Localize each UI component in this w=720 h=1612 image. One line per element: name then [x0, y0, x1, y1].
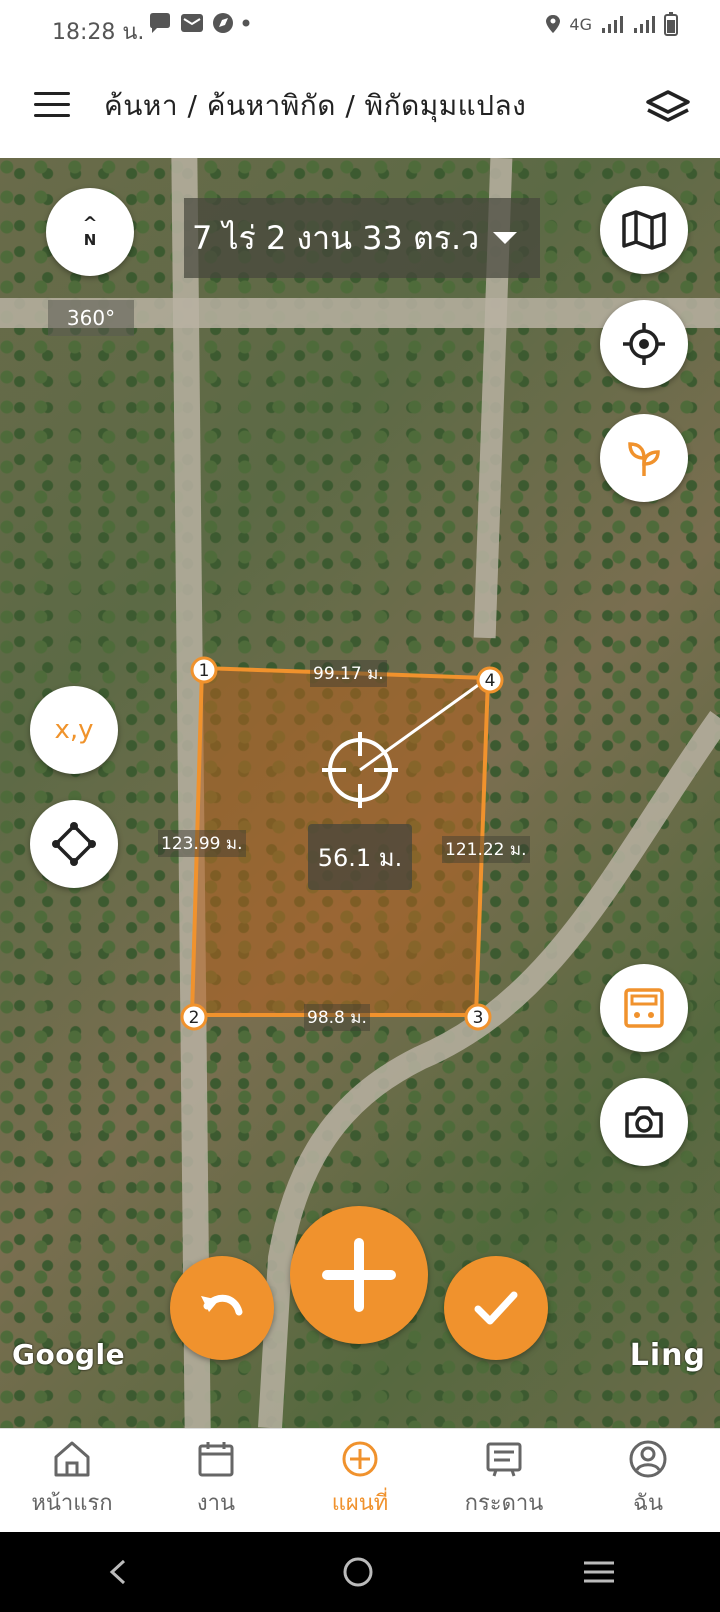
plus-icon	[322, 1238, 396, 1312]
vertex-3[interactable]: 3	[463, 1002, 493, 1032]
calculator-icon	[624, 988, 664, 1028]
my-location-button[interactable]	[600, 300, 688, 388]
north-label: N	[83, 231, 97, 249]
mail-icon	[181, 14, 203, 32]
location-icon	[546, 15, 561, 33]
network-type: 4G	[569, 14, 592, 34]
nav-board-label: กระดาน	[464, 1491, 544, 1516]
nav-home[interactable]: หน้าแรก	[0, 1429, 144, 1533]
calendar-icon	[198, 1442, 234, 1477]
bottom-navigation: หน้าแรก งาน แผนที่ กระดาน ฉัน	[0, 1428, 720, 1533]
svg-text:1: 1	[199, 661, 210, 681]
distance-label: 56.1 ม.	[308, 824, 412, 890]
chat-icon	[150, 13, 170, 33]
caret-down-icon	[493, 232, 518, 244]
vertex-4[interactable]: 4	[475, 665, 505, 695]
polygon-icon	[52, 822, 96, 866]
satellite-map[interactable]: 1 2 3 4 99.17 ม. 123.99 ม. 121.22 ม. 98.…	[0, 158, 720, 1428]
undo-icon	[201, 1294, 243, 1316]
nav-board[interactable]: กระดาน	[432, 1429, 576, 1533]
signal-icon	[602, 16, 623, 33]
menu-icon[interactable]	[34, 92, 70, 120]
nav-map[interactable]: แผนที่	[288, 1429, 432, 1533]
home-icon	[54, 1441, 90, 1477]
map-icon	[622, 210, 666, 250]
nav-jobs[interactable]: งาน	[144, 1429, 288, 1533]
edge-length-right: 121.22 ม.	[442, 836, 530, 863]
confirm-button[interactable]	[444, 1256, 548, 1360]
board-icon	[486, 1442, 522, 1477]
vertex-2[interactable]: 2	[179, 1002, 209, 1032]
nav-map-label: แผนที่	[331, 1491, 389, 1516]
compass-button[interactable]: ^ N	[46, 188, 134, 276]
app-bar: ค้นหา / ค้นหาพิกัด / พิกัดมุมแปลง	[0, 56, 720, 158]
status-notifications	[148, 12, 250, 34]
rotation-degree: 360°	[48, 300, 134, 336]
calculator-button[interactable]	[600, 964, 688, 1052]
google-attribution: Google	[12, 1338, 126, 1371]
plant-icon	[628, 442, 660, 476]
breadcrumb: ค้นหา / ค้นหาพิกัด / พิกัดมุมแปลง	[104, 89, 527, 122]
status-bar: 18:28 น. 4G	[0, 0, 720, 56]
undo-button[interactable]	[170, 1256, 274, 1360]
plant-button[interactable]	[600, 414, 688, 502]
add-point-button[interactable]	[290, 1206, 428, 1344]
edge-length-top: 99.17 ม.	[310, 660, 387, 687]
battery-icon	[664, 12, 678, 36]
status-system: 4G	[545, 12, 678, 36]
locate-icon	[623, 323, 665, 365]
camera-button[interactable]	[600, 1078, 688, 1166]
coordinate-button[interactable]: x,y	[30, 686, 118, 774]
edge-length-bottom: 98.8 ม.	[304, 1004, 370, 1031]
edge-length-left: 123.99 ม.	[158, 830, 246, 857]
ling-attribution: Ling	[629, 1338, 706, 1373]
map-type-button[interactable]	[600, 186, 688, 274]
polygon-tool-button[interactable]	[30, 800, 118, 888]
back-icon[interactable]	[104, 1557, 134, 1587]
compass-app-icon	[213, 13, 233, 33]
home-circle-icon[interactable]	[341, 1555, 375, 1589]
layers-icon[interactable]	[644, 88, 692, 128]
nav-home-label: หน้าแรก	[31, 1491, 113, 1516]
signal-icon-2	[634, 16, 655, 33]
map-plus-icon	[342, 1441, 378, 1477]
nav-profile[interactable]: ฉัน	[576, 1429, 720, 1533]
north-arrow-icon: ^	[82, 213, 98, 234]
area-dropdown[interactable]: 7 ไร่ 2 งาน 33 ตร.ว	[184, 198, 540, 278]
camera-icon	[625, 1106, 663, 1138]
status-time: 18:28 น.	[52, 20, 145, 45]
nav-profile-label: ฉัน	[632, 1491, 664, 1516]
profile-icon	[629, 1440, 667, 1478]
nav-jobs-label: งาน	[196, 1491, 236, 1516]
recents-icon[interactable]	[582, 1557, 616, 1587]
area-text: 7 ไร่ 2 งาน 33 ตร.ว	[192, 218, 480, 257]
vertex-1[interactable]: 1	[189, 655, 219, 685]
svg-text:4: 4	[485, 671, 496, 691]
system-navigation	[0, 1532, 720, 1612]
dot-icon	[242, 19, 250, 27]
svg-text:2: 2	[189, 1008, 200, 1028]
check-icon	[474, 1291, 518, 1325]
svg-text:3: 3	[473, 1008, 484, 1028]
